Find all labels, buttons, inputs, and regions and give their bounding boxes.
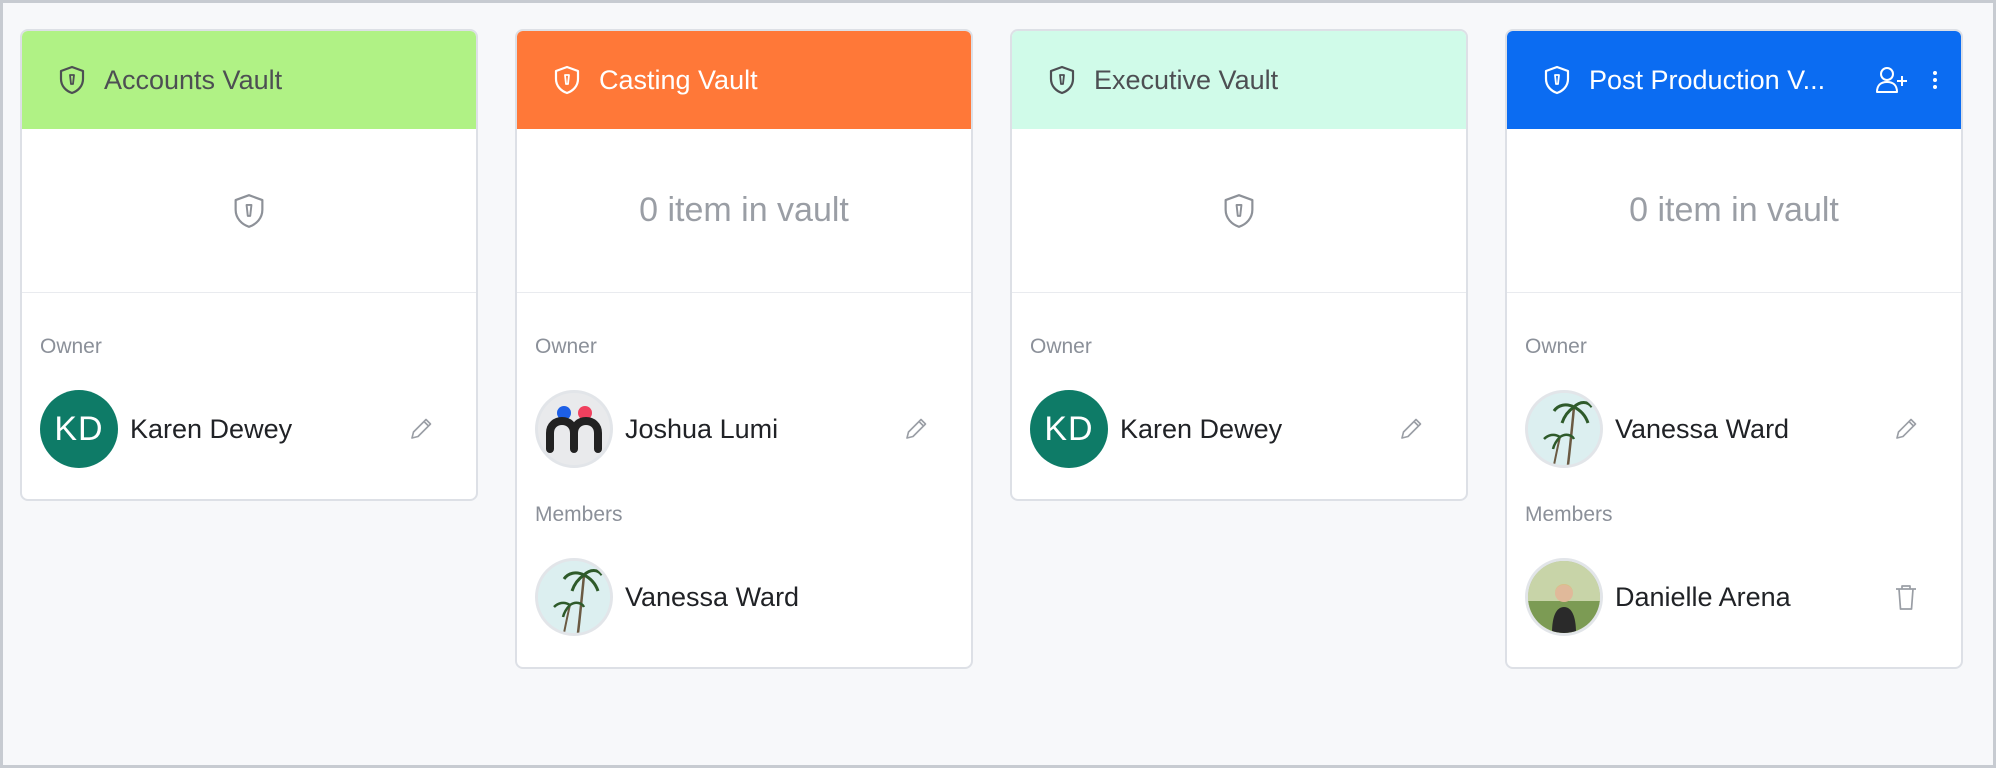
vault-title[interactable]: Casting Vault: [599, 65, 949, 96]
vault-header: Post Production V...: [1507, 31, 1961, 129]
member-name: Danielle Arena: [1615, 581, 1791, 612]
member-row: Danielle Arena: [1525, 557, 1943, 637]
shield-icon: [553, 65, 581, 95]
vault-count: 0 item in vault: [517, 129, 971, 293]
vault-title[interactable]: Accounts Vault: [104, 65, 454, 96]
shield-icon: [1222, 192, 1256, 230]
owner-name: Karen Dewey: [1120, 413, 1283, 444]
pencil-icon[interactable]: [1891, 414, 1921, 444]
shield-icon: [58, 65, 86, 95]
vault-item-count: 0 item in vault: [639, 191, 849, 229]
vault-people: Owner Vanessa Ward Members Danielle Aren…: [1507, 293, 1961, 667]
vault-title[interactable]: Post Production V...: [1589, 65, 1859, 96]
more-vertical-icon[interactable]: [1931, 69, 1939, 91]
owner-row: KD Karen Dewey: [40, 389, 458, 469]
vault-count: 0 item in vault: [1507, 129, 1961, 293]
avatar: KD: [1030, 390, 1108, 468]
vault-card-executive[interactable]: Executive Vault Owner KD Karen Dewey: [1010, 29, 1468, 501]
vault-card-casting[interactable]: Casting Vault 0 item in vault Owner Josh…: [515, 29, 973, 669]
avatar: [1525, 390, 1603, 468]
members-label: Members: [535, 503, 623, 526]
owner-row: Joshua Lumi: [535, 389, 953, 469]
shield-icon: [232, 192, 266, 230]
avatar: [535, 558, 613, 636]
add-member-icon[interactable]: [1875, 66, 1909, 94]
member-name: Vanessa Ward: [625, 581, 800, 612]
shield-icon: [1543, 65, 1571, 95]
vault-people: Owner Joshua Lumi Members Vanessa Ward: [517, 293, 971, 667]
avatar: [535, 390, 613, 468]
vault-empty-state: [1012, 129, 1466, 293]
owner-label: Owner: [535, 335, 597, 358]
member-row: Vanessa Ward: [535, 557, 953, 637]
vault-header: Accounts Vault: [22, 31, 476, 129]
vault-card-post-production[interactable]: Post Production V... 0 item in vault Own…: [1505, 29, 1963, 669]
owner-name: Karen Dewey: [130, 413, 293, 444]
owner-label: Owner: [40, 335, 102, 358]
vault-empty-state: [22, 129, 476, 293]
pencil-icon[interactable]: [1396, 414, 1426, 444]
owner-label: Owner: [1525, 335, 1587, 358]
vault-people: Owner KD Karen Dewey: [22, 293, 476, 499]
trash-icon[interactable]: [1891, 582, 1921, 612]
pencil-icon[interactable]: [901, 414, 931, 444]
vault-header-actions: [1875, 66, 1939, 94]
vault-card-accounts[interactable]: Accounts Vault Owner KD Karen Dewey: [20, 29, 478, 501]
avatar: [1525, 558, 1603, 636]
owner-row: KD Karen Dewey: [1030, 389, 1448, 469]
vault-title[interactable]: Executive Vault: [1094, 65, 1444, 96]
owner-row: Vanessa Ward: [1525, 389, 1943, 469]
vault-board: Accounts Vault Owner KD Karen Dewey Cast…: [20, 29, 1963, 669]
owner-name: Joshua Lumi: [625, 413, 779, 444]
owner-name: Vanessa Ward: [1615, 413, 1790, 444]
vault-item-count: 0 item in vault: [1629, 191, 1839, 229]
shield-icon: [1048, 65, 1076, 95]
owner-label: Owner: [1030, 335, 1092, 358]
vault-header: Executive Vault: [1012, 31, 1466, 129]
vault-header: Casting Vault: [517, 31, 971, 129]
avatar: KD: [40, 390, 118, 468]
vault-people: Owner KD Karen Dewey: [1012, 293, 1466, 499]
members-label: Members: [1525, 503, 1613, 526]
pencil-icon[interactable]: [406, 414, 436, 444]
